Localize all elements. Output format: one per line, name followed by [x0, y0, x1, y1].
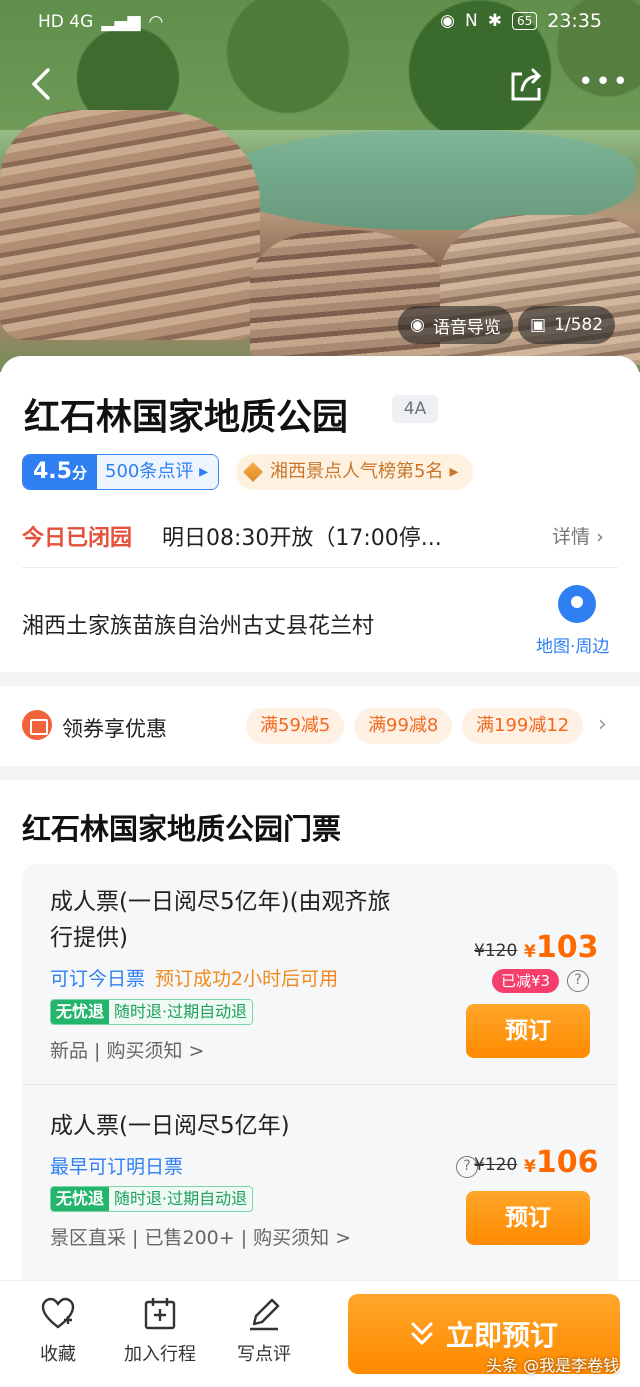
ticket-availability: 最早可订明日票 [50, 1156, 184, 1178]
refund-tag: 无忧退 随时退·过期自动退 [50, 999, 254, 1025]
watermark: 头条 @我是李卷钱 [486, 1356, 620, 1375]
ticket-availability: 可订今日票 预订成功2小时后可用 [50, 968, 339, 990]
book-button[interactable]: 预订 [466, 1004, 590, 1058]
coupon-chip[interactable]: 满99减8 [354, 708, 453, 744]
photo-counter[interactable]: ▣ 1/582 [518, 306, 616, 344]
chevron-left-icon [32, 68, 50, 100]
battery-indicator: 65 [511, 12, 538, 30]
ticket-name[interactable]: 成人票(一日阅尽5亿年) [50, 1108, 290, 1144]
heart-plus-icon [41, 1297, 75, 1329]
audio-guide-label: 语音导览 [432, 317, 501, 338]
write-review-button[interactable]: 写点评 [224, 1296, 304, 1366]
discount-badge: 已减¥3 [492, 969, 560, 993]
pen-icon [250, 1298, 280, 1331]
page-title: 红石林国家地质公园 [24, 397, 349, 438]
coupon-label: 领券享优惠 [62, 717, 167, 741]
review-count: 500条点评 ▸ [97, 455, 219, 489]
signal-icon: ▂▄▆ [101, 12, 141, 32]
original-price: ¥120 [474, 1155, 518, 1175]
scenic-detail-page: HD 4G ▂▄▆ ◠ ◉ N ✱ 65 23:35 ••• ◉ 语音导览 ▣ … [0, 0, 640, 1387]
ticket-meta-link[interactable]: 景区直采 | 已售200+ | 购买须知 > [50, 1223, 351, 1250]
share-button[interactable] [508, 64, 544, 104]
add-trip-button[interactable]: 加入行程 [118, 1296, 202, 1366]
current-price: ¥106 [524, 1145, 599, 1180]
audio-guide-button[interactable]: ◉ 语音导览 [398, 306, 513, 344]
share-icon [511, 68, 542, 101]
eye-icon: ◉ [440, 11, 455, 31]
photo-count: 1/582 [554, 315, 604, 335]
open-time: 明日08:30开放（17:00停... [162, 526, 442, 551]
camera-icon: ▣ [530, 315, 547, 335]
more-button[interactable]: ••• [578, 64, 628, 104]
network-indicator: HD 4G [38, 12, 94, 32]
rating-button[interactable]: 4.5分 500条点评 ▸ [22, 454, 220, 490]
chevron-right-icon[interactable]: › [598, 712, 607, 737]
coupon-chip[interactable]: 满199减12 [462, 708, 584, 744]
closed-status: 今日已闭园 [22, 526, 133, 551]
refund-tag: 无忧退 随时退·过期自动退 [50, 1186, 254, 1212]
ticket-name[interactable]: 成人票(一日阅尽5亿年)(由观齐旅 行提供) [50, 884, 391, 956]
address: 湘西土家族苗族自治州古丈县花兰村 [22, 614, 375, 639]
back-button[interactable] [26, 64, 60, 104]
divider [22, 567, 618, 568]
chevron-right-icon: › [596, 526, 604, 548]
audio-icon: ◉ [410, 315, 425, 335]
calendar-plus-icon [144, 1298, 176, 1330]
clock: 23:35 [547, 10, 602, 32]
status-bar: HD 4G ▂▄▆ ◠ ◉ N ✱ 65 23:35 [0, 0, 640, 44]
rating-score: 4.5分 [23, 455, 97, 489]
divider [22, 1084, 618, 1085]
original-price: ¥120 [474, 941, 518, 961]
favorite-button[interactable]: 收藏 [18, 1296, 98, 1366]
map-nearby-link[interactable]: 地图·周边 [536, 632, 609, 657]
bluetooth-icon: ✱ [487, 11, 502, 31]
book-button[interactable]: 预订 [466, 1191, 590, 1245]
ticket-icon [22, 710, 52, 740]
level-badge: 4A [392, 395, 438, 423]
map-pin-icon[interactable] [558, 585, 596, 623]
tickets-title: 红石林国家地质公园门票 [22, 812, 342, 846]
triangle-right-icon: ▸ [449, 461, 459, 482]
wifi-icon: ◠ [148, 12, 164, 32]
more-dots-icon: ••• [578, 67, 631, 97]
help-icon[interactable]: ? [567, 970, 589, 992]
double-chevron-down-icon [411, 1322, 433, 1346]
diamond-icon [243, 462, 263, 482]
ticket-meta-link[interactable]: 新品 | 购买须知 > [50, 1036, 204, 1063]
nfc-icon: N [464, 11, 478, 31]
coupon-chip[interactable]: 满59减5 [246, 708, 345, 744]
current-price: ¥103 [524, 930, 599, 965]
rank-badge[interactable]: 湘西景点人气榜第5名 ▸ [236, 454, 473, 490]
details-link[interactable]: 详情 › [552, 522, 604, 549]
